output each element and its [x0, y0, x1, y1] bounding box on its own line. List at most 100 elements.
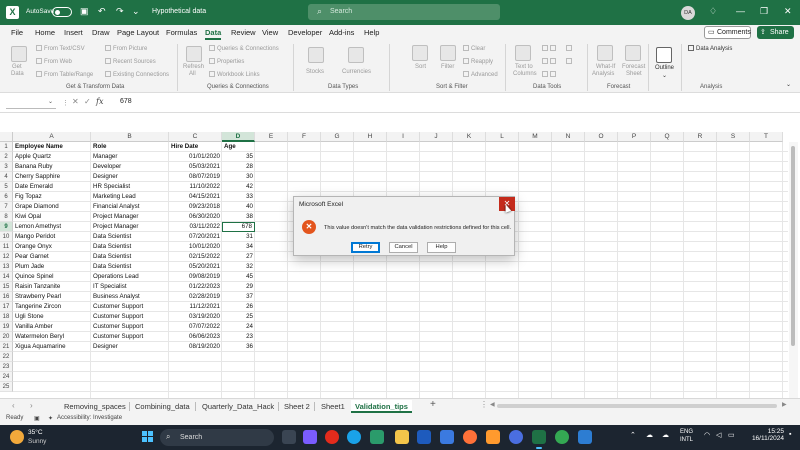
table-cell[interactable]: 05/20/2021 — [169, 262, 222, 272]
restore-icon[interactable]: ❐ — [760, 6, 768, 17]
name-box-dropdown-icon[interactable]: ⌄ — [48, 98, 53, 105]
tab-home[interactable]: Home — [35, 28, 55, 37]
close-window-icon[interactable]: ✕ — [784, 6, 792, 17]
column-header-h[interactable]: H — [354, 132, 387, 142]
table-cell[interactable]: Data Scientist — [91, 252, 169, 262]
table-cell[interactable]: Marketing Lead — [91, 192, 169, 202]
sheet-tab-quarterly-data-hack[interactable]: Quarterly_Data_Hack — [198, 400, 278, 413]
filter-button[interactable]: Filter — [441, 64, 454, 70]
table-cell[interactable]: Tangerine Zircon — [13, 302, 91, 312]
currencies-button[interactable]: Currencies — [342, 69, 371, 75]
table-cell[interactable]: Kiwi Opal — [13, 212, 91, 222]
forecast-sheet-label1[interactable]: Forecast — [622, 64, 645, 70]
tab-review[interactable]: Review — [231, 28, 256, 37]
cancel-button[interactable]: Cancel — [389, 242, 418, 253]
column-header-r[interactable]: R — [684, 132, 717, 142]
table-cell[interactable]: 25 — [222, 312, 255, 322]
table-cell[interactable]: Orange Onyx — [13, 242, 91, 252]
row-header-9[interactable]: 9 — [0, 222, 13, 232]
macro-record-icon[interactable]: ▣ — [34, 415, 40, 422]
row-header-4[interactable]: 4 — [0, 172, 13, 182]
cancel-entry-icon[interactable]: ✕ — [72, 97, 79, 106]
row-header-21[interactable]: 21 — [0, 342, 13, 352]
table-cell[interactable]: Lemon Amethyst — [13, 222, 91, 232]
table-cell[interactable]: 26 — [222, 302, 255, 312]
horizontal-scrollbar[interactable] — [497, 404, 777, 408]
table-cell[interactable]: Mango Peridot — [13, 232, 91, 242]
table-cell[interactable]: Designer — [91, 342, 169, 352]
table-cell[interactable]: 11/10/2022 — [169, 182, 222, 192]
table-cell[interactable]: Ugli Stone — [13, 312, 91, 322]
tab-draw[interactable]: Draw — [92, 28, 110, 37]
weather-sun-icon[interactable] — [10, 430, 24, 444]
taskbar-search[interactable]: ⌕ Search — [160, 429, 274, 446]
lightbulb-icon[interactable]: ♢ — [709, 6, 717, 17]
row-header-6[interactable]: 6 — [0, 192, 13, 202]
column-header-p[interactable]: P — [618, 132, 651, 142]
chrome-icon[interactable] — [555, 430, 569, 444]
table-cell[interactable]: 32 — [222, 262, 255, 272]
column-header-o[interactable]: O — [585, 132, 618, 142]
column-header-t[interactable]: T — [750, 132, 783, 142]
tray-overflow-icon[interactable]: ⌃ — [630, 431, 636, 439]
tab-insert[interactable]: Insert — [64, 28, 83, 37]
next-sheet-icon[interactable]: › — [30, 401, 33, 410]
flash-fill-button[interactable] — [542, 45, 558, 52]
outline-button[interactable]: Outline — [655, 65, 674, 71]
accessibility-status[interactable]: Accessibility: Investigate — [57, 415, 122, 421]
what-if-label1[interactable]: What-If — [596, 64, 615, 70]
row-header-10[interactable]: 10 — [0, 232, 13, 242]
row-header-14[interactable]: 14 — [0, 272, 13, 282]
table-cell[interactable]: Fig Topaz — [13, 192, 91, 202]
save-icon[interactable]: ▣ — [80, 6, 89, 17]
row-header-24[interactable]: 24 — [0, 372, 13, 382]
tab-data[interactable]: Data — [205, 28, 222, 40]
vertical-scroll-thumb[interactable] — [791, 146, 795, 346]
clear-button[interactable]: Clear — [463, 45, 485, 52]
minimize-icon[interactable]: — — [736, 6, 745, 16]
tab-developer[interactable]: Developer — [288, 28, 322, 37]
weather-condition[interactable]: Sunny — [28, 438, 46, 445]
edge-icon[interactable] — [347, 430, 361, 444]
table-cell[interactable]: Watermelon Beryl — [13, 332, 91, 342]
store-icon[interactable] — [370, 430, 384, 444]
table-cell[interactable]: Customer Support — [91, 322, 169, 332]
reapply-button[interactable]: Reapply — [463, 58, 493, 65]
copilot-icon[interactable] — [303, 430, 317, 444]
tab-page-layout[interactable]: Page Layout — [117, 28, 159, 37]
file-explorer-icon[interactable] — [395, 430, 409, 444]
row-header-16[interactable]: 16 — [0, 292, 13, 302]
get-data-label1[interactable]: Get — [12, 64, 22, 70]
table-cell[interactable]: Xigua Aquamarine — [13, 342, 91, 352]
column-header-q[interactable]: Q — [651, 132, 684, 142]
table-cell[interactable]: 42 — [222, 182, 255, 192]
battery-icon[interactable]: ▭ — [728, 431, 735, 439]
header-cell[interactable]: Hire Date — [169, 142, 222, 152]
column-header-m[interactable]: M — [519, 132, 552, 142]
table-cell[interactable]: 45 — [222, 272, 255, 282]
keyboard-layout[interactable]: INTL — [680, 437, 693, 443]
table-cell[interactable]: Project Manager — [91, 212, 169, 222]
table-cell[interactable]: Grape Diamond — [13, 202, 91, 212]
data-analysis-button[interactable]: Data Analysis — [688, 45, 732, 52]
row-header-8[interactable]: 8 — [0, 212, 13, 222]
row-header-1[interactable]: 1 — [0, 142, 13, 152]
table-cell[interactable]: 07/07/2022 — [169, 322, 222, 332]
table-cell[interactable]: 08/19/2020 — [169, 342, 222, 352]
table-cell[interactable]: Project Manager — [91, 222, 169, 232]
wifi-icon[interactable]: ◠ — [704, 431, 710, 439]
row-header-15[interactable]: 15 — [0, 282, 13, 292]
table-cell[interactable]: 30 — [222, 172, 255, 182]
relationships-button[interactable] — [566, 58, 574, 65]
refresh-label1[interactable]: Refresh — [183, 64, 204, 70]
header-cell[interactable]: Role — [91, 142, 169, 152]
table-cell[interactable]: HR Specialist — [91, 182, 169, 192]
table-cell[interactable]: 06/06/2023 — [169, 332, 222, 342]
table-cell[interactable]: 09/23/2018 — [169, 202, 222, 212]
row-header-7[interactable]: 7 — [0, 202, 13, 212]
table-cell[interactable]: Plum Jade — [13, 262, 91, 272]
table-cell[interactable]: 34 — [222, 242, 255, 252]
sheet-tab-combining-data[interactable]: Combining_data — [131, 400, 194, 413]
get-data-label2[interactable]: Data — [11, 71, 24, 77]
tab-add-ins[interactable]: Add-ins — [329, 28, 354, 37]
